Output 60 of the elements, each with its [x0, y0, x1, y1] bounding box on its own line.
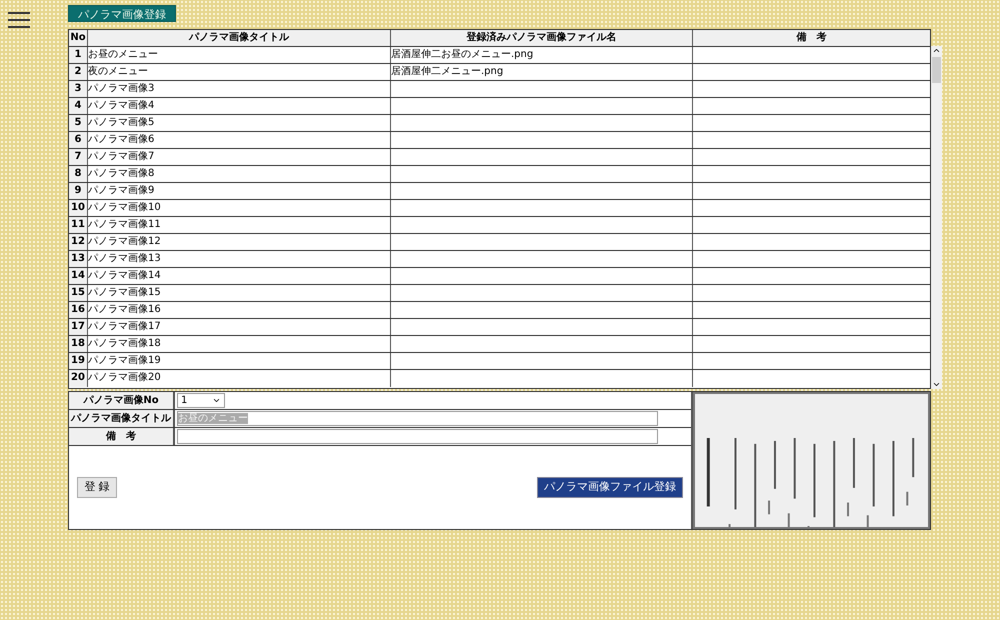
- table-cell: パノラマ画像10: [88, 200, 391, 216]
- table-cell: パノラマ画像12: [88, 234, 391, 250]
- table-cell: パノラマ画像13: [88, 251, 391, 267]
- chevron-down-icon: [212, 396, 221, 405]
- table-cell: お昼のメニュー: [88, 47, 391, 63]
- field-label: パノラマ画像タイトル: [69, 410, 175, 427]
- column-header: パノラマ画像タイトル: [88, 30, 391, 46]
- row-number: 11: [69, 217, 88, 233]
- column-header: 登録済みパノラマ画像ファイル名: [391, 30, 693, 46]
- row-number: 18: [69, 336, 88, 352]
- row-number: 14: [69, 268, 88, 284]
- file-register-button[interactable]: パノラマ画像ファイル登録: [537, 477, 683, 498]
- table-cell: パノラマ画像9: [88, 183, 391, 199]
- table-cell: パノラマ画像16: [88, 302, 391, 318]
- scrollbar[interactable]: [931, 46, 942, 389]
- column-header: No: [69, 30, 88, 46]
- table-cell: パノラマ画像14: [88, 268, 391, 284]
- note-field[interactable]: [177, 429, 658, 444]
- row-number: 19: [69, 353, 88, 369]
- row-number: 17: [69, 319, 88, 335]
- row-number: 2: [69, 64, 88, 80]
- table-cell: 居酒屋伸二メニュー.png: [391, 64, 693, 80]
- number-select[interactable]: 1: [177, 393, 225, 408]
- table-cell: パノラマ画像11: [88, 217, 391, 233]
- table-cell: パノラマ画像17: [88, 319, 391, 335]
- row-number: 4: [69, 98, 88, 114]
- column-header: 備 考: [795, 30, 828, 45]
- field-label: 備 考: [69, 428, 175, 445]
- menu-icon[interactable]: [8, 12, 30, 28]
- table-cell: 夜のメニュー: [88, 64, 391, 80]
- row-number: 20: [69, 370, 88, 387]
- register-button[interactable]: 登 録: [77, 477, 117, 498]
- table-cell: 居酒屋伸二お昼のメニュー.png: [391, 47, 693, 63]
- row-number: 15: [69, 285, 88, 301]
- row-number: 10: [69, 200, 88, 216]
- row-number: 6: [69, 132, 88, 148]
- page-title: パノラマ画像登録: [68, 5, 176, 22]
- table-cell: パノラマ画像15: [88, 285, 391, 301]
- table-cell: パノラマ画像20: [88, 370, 391, 387]
- table-cell: パノラマ画像5: [88, 115, 391, 131]
- table-cell: パノラマ画像4: [88, 98, 391, 114]
- row-number: 12: [69, 234, 88, 250]
- scroll-up-icon[interactable]: [932, 46, 941, 55]
- row-number: 3: [69, 81, 88, 97]
- field-label: パノラマ画像No: [69, 392, 175, 409]
- row-number: 13: [69, 251, 88, 267]
- table-cell: パノラマ画像6: [88, 132, 391, 148]
- row-number: 1: [69, 47, 88, 63]
- table-cell: パノラマ画像8: [88, 166, 391, 182]
- row-number: 5: [69, 115, 88, 131]
- row-number: 8: [69, 166, 88, 182]
- scrollbar-thumb[interactable]: [932, 57, 941, 83]
- row-number: 16: [69, 302, 88, 318]
- row-number: 9: [69, 183, 88, 199]
- table-cell: パノラマ画像18: [88, 336, 391, 352]
- table-cell: パノラマ画像19: [88, 353, 391, 369]
- scroll-down-icon[interactable]: [932, 380, 941, 389]
- table-cell: パノラマ画像3: [88, 81, 391, 97]
- row-number: 7: [69, 149, 88, 165]
- table-cell: パノラマ画像7: [88, 149, 391, 165]
